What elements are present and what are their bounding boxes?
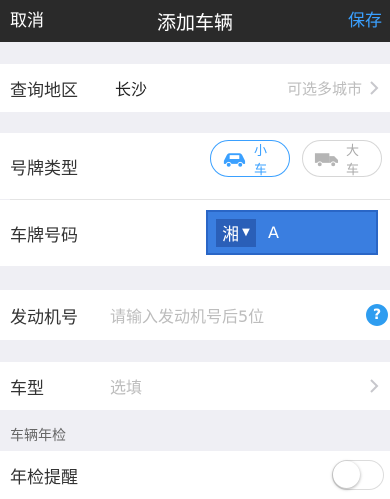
save-button[interactable]: 保存 — [348, 0, 382, 42]
large-car-label: 大车 — [345, 143, 359, 178]
car-icon — [223, 152, 246, 168]
province-value: 湘 — [222, 225, 240, 245]
truck-icon — [314, 152, 339, 167]
plate-number-row: 车牌号码 湘 ▼ A — [0, 200, 390, 266]
region-row[interactable]: 查询地区 长沙 可选多城市 — [0, 64, 390, 112]
province-select[interactable]: 湘 ▼ — [216, 218, 256, 247]
model-label: 车型 — [10, 378, 44, 399]
plate-type-row: 号牌类型 小车 大车 — [0, 133, 390, 199]
engine-input[interactable]: 请输入发动机号后5位 — [110, 303, 264, 327]
caret-down-icon: ▼ — [242, 227, 250, 238]
inspection-reminder-label: 年检提醒 — [10, 467, 78, 488]
region-hint: 可选多城市 — [286, 79, 362, 98]
nav-bar: 取消 添加车辆 保存 — [0, 0, 390, 42]
inspection-reminder-row: 年检提醒 — [0, 451, 390, 499]
toggle-knob — [333, 461, 360, 488]
inspection-section-header: 车辆年检 — [10, 428, 66, 444]
region-value: 长沙 — [115, 80, 148, 99]
small-car-option[interactable]: 小车 — [210, 140, 290, 178]
help-icon[interactable]: ? — [366, 304, 388, 326]
chevron-right-icon — [370, 379, 379, 393]
large-car-option[interactable]: 大车 — [302, 140, 382, 178]
engine-row: 发动机号 请输入发动机号后5位 ? — [0, 290, 390, 340]
region-label: 查询地区 — [10, 80, 78, 101]
plate-type-label: 号牌类型 — [10, 158, 78, 179]
inspection-reminder-toggle[interactable] — [332, 460, 384, 490]
plate-number-label: 车牌号码 — [10, 225, 78, 246]
model-input[interactable]: 选填 — [110, 374, 142, 398]
cancel-button[interactable]: 取消 — [10, 0, 44, 42]
engine-label: 发动机号 — [10, 307, 78, 328]
plate-number-value: A — [268, 223, 279, 242]
chevron-right-icon — [370, 81, 379, 95]
small-car-label: 小车 — [253, 143, 267, 178]
plate-number-input[interactable]: 湘 ▼ A — [206, 210, 378, 255]
model-row[interactable]: 车型 选填 — [0, 362, 390, 410]
page-title: 添加车辆 — [156, 11, 233, 34]
